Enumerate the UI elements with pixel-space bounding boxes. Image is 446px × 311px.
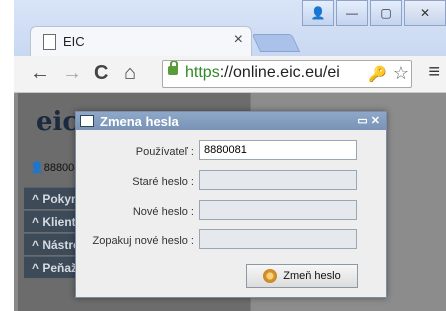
repeat-password-label: Zopakuj nové heslo : <box>92 235 194 247</box>
url-text: https://online.eic.eu/ei <box>185 64 340 81</box>
new-tab-button[interactable] <box>251 34 301 52</box>
close-window-button[interactable]: ✕ <box>404 0 446 26</box>
gear-icon <box>263 269 278 283</box>
repeat-password-field[interactable] <box>199 229 357 249</box>
bookmark-star-icon[interactable]: ☆ <box>393 63 409 84</box>
lock-icon <box>168 61 178 75</box>
forward-button[interactable]: → <box>62 62 82 84</box>
tab-title: EIC <box>63 34 85 49</box>
new-password-field[interactable] <box>199 200 357 220</box>
window-controls: 👤 — ▢ ✕ <box>300 0 446 26</box>
old-password-field[interactable] <box>199 170 357 190</box>
browser-tab[interactable]: EIC × <box>30 26 252 57</box>
change-password-label: Zmeň heslo <box>283 270 341 282</box>
window-icon <box>80 115 94 127</box>
minimize-button[interactable]: — <box>336 0 368 26</box>
title-bar: EIC × 👤 — ▢ ✕ <box>14 0 446 57</box>
user-label: Používateľ : <box>135 146 194 158</box>
page-icon <box>43 34 56 50</box>
user-icon: 👤 <box>30 162 44 174</box>
profile-icon[interactable]: 👤 <box>302 0 334 26</box>
user-field[interactable] <box>199 140 357 160</box>
close-tab-icon[interactable]: × <box>234 31 243 49</box>
home-button[interactable]: ⌂ <box>124 62 136 84</box>
change-password-dialog: Zmena hesla ▭ ✕ Používateľ : Staré heslo… <box>75 111 387 298</box>
maximize-button[interactable]: ▢ <box>370 0 402 26</box>
old-password-label: Staré heslo : <box>132 176 194 188</box>
browser-toolbar: ← → C ⌂ https://online.eic.eu/ei 🔑 ☆ ≡ <box>14 56 446 93</box>
address-bar[interactable]: https://online.eic.eu/ei 🔑 ☆ <box>162 60 412 88</box>
change-password-button[interactable]: Zmeň heslo <box>246 264 358 288</box>
back-button[interactable]: ← <box>30 62 50 84</box>
dialog-controls[interactable]: ▭ ✕ <box>357 114 380 127</box>
dialog-title-bar[interactable]: Zmena hesla ▭ ✕ <box>76 112 386 130</box>
reload-button[interactable]: C <box>94 62 108 84</box>
new-password-label: Nové heslo : <box>132 206 194 218</box>
menu-icon[interactable]: ≡ <box>428 61 440 84</box>
eic-logo: eic <box>36 107 79 137</box>
dialog-title: Zmena hesla <box>100 113 179 129</box>
key-icon[interactable]: 🔑 <box>368 65 387 83</box>
